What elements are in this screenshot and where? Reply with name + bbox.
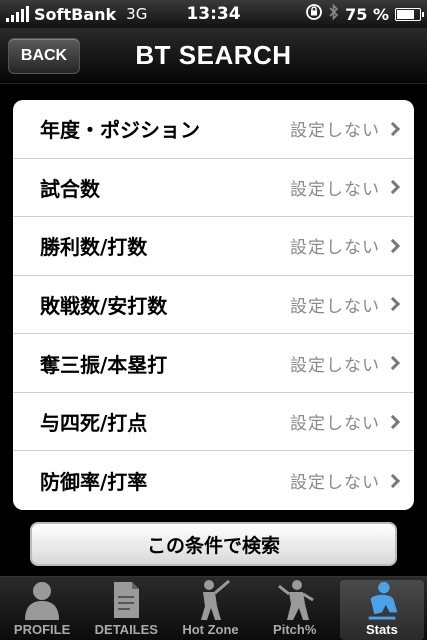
filter-row-era-average[interactable]: 防御率/打率 設定しない [13,451,414,510]
chevron-right-icon [385,355,401,371]
filter-label: 敗戦数/安打数 [40,293,168,318]
filter-label: 年度・ポジション [40,118,200,143]
chevron-right-icon [385,180,401,195]
pitcher-icon [277,580,314,620]
filter-value: 設定しない [290,238,380,259]
tab-label: DETAILES [94,622,158,637]
tab-profile[interactable]: PROFILE [0,577,84,640]
chevron-right-icon [385,414,401,429]
tab-label: Pitch% [273,622,317,637]
filter-value: 設定しない [290,296,380,317]
batter-icon [200,579,230,620]
tab-bar: PROFILE DETAILES Hot Zone Pitch% Stats [0,576,427,640]
battery-fill [397,9,414,19]
signal-strength-icon [6,6,29,22]
filter-value: 設定しない [290,179,380,200]
filter-label: 防御率/打率 [40,470,148,495]
stats-player-icon [368,581,398,620]
filter-value: 設定しない [290,414,380,435]
filter-row-losses-hits[interactable]: 敗戦数/安打数 設定しない [13,276,414,335]
page-title: BT SEARCH [135,40,292,70]
tab-pitch[interactable]: Pitch% [253,577,337,640]
status-time: 13:34 [186,4,241,24]
chevron-right-icon [385,121,401,136]
navigation-bar: BACK BT SEARCH [0,28,427,84]
carrier-name: SoftBank [34,4,117,24]
document-icon [114,582,140,618]
tab-label: PROFILE [13,622,71,637]
tab-hot-zone[interactable]: Hot Zone [168,577,252,640]
chevron-right-icon [385,238,401,253]
filter-label: 勝利数/打数 [40,235,148,260]
search-button[interactable]: この条件で検索 [30,522,397,566]
filter-label: 試合数 [40,176,100,201]
filter-row-year-position[interactable]: 年度・ポジション 設定しない [13,100,414,159]
battery-icon [395,7,424,21]
filter-row-strikeouts-homeruns[interactable]: 奪三振/本塁打 設定しない [13,334,414,393]
filter-value: 設定しない [290,121,380,142]
person-silhouette-icon [25,582,60,620]
filter-row-walks-rbi[interactable]: 与四死/打点 設定しない [13,393,414,452]
filter-row-games[interactable]: 試合数 設定しない [13,159,414,218]
tab-stats[interactable]: Stats [339,580,425,640]
tab-label: Stats [366,622,398,637]
filter-value: 設定しない [290,473,380,494]
rotation-lock-icon [305,3,323,25]
network-type: 3G [126,5,148,23]
battery-percent: 75 % [345,4,389,24]
filter-value: 設定しない [290,355,380,376]
tab-label: Hot Zone [182,622,239,637]
filter-row-wins-at-bats[interactable]: 勝利数/打数 設定しない [13,217,414,276]
chevron-right-icon [385,297,401,312]
status-bar: SoftBank 3G 13:34 75 % [0,0,427,28]
bluetooth-icon [329,3,339,25]
chevron-right-icon [385,473,401,488]
filter-label: 与四死/打点 [40,411,148,436]
filter-label: 奪三振/本塁打 [40,352,168,377]
filter-list: 年度・ポジション 設定しない 試合数 設定しない 勝利数/打数 設定しない 敗戦… [13,100,414,510]
tab-details[interactable]: DETAILES [84,577,168,640]
